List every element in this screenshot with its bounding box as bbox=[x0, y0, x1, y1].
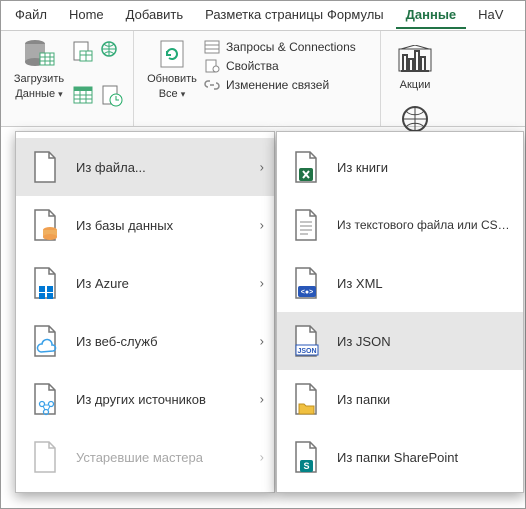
group-queries: Обновить Все ▾ Запросы & Connections Сво… bbox=[134, 31, 381, 126]
file-other-icon bbox=[31, 382, 59, 416]
refresh-icon bbox=[155, 37, 189, 71]
menu-from-file-label: Из файла... bbox=[76, 160, 262, 175]
tab-file[interactable]: Файл bbox=[5, 3, 57, 29]
tab-formulas[interactable]: Формулы bbox=[317, 3, 394, 29]
tab-insert[interactable]: Добавить bbox=[116, 3, 193, 29]
properties-label: Свойства bbox=[226, 59, 279, 73]
file-legacy-icon bbox=[31, 440, 59, 474]
from-table-icon[interactable] bbox=[71, 83, 95, 107]
svg-text:S: S bbox=[303, 461, 309, 471]
stocks-button[interactable]: Акции bbox=[391, 45, 439, 91]
group-get-transform: Загрузить Данные ▾ bbox=[1, 31, 134, 126]
submenu-text-csv-label: Из текстового файла или CSV-файла bbox=[337, 218, 511, 232]
chevron-right-icon: › bbox=[260, 392, 264, 407]
menu-from-database[interactable]: Из базы данных › bbox=[16, 196, 274, 254]
svg-text:<●>: <●> bbox=[301, 289, 313, 296]
menu-legacy-wizards[interactable]: Устаревшие мастера › bbox=[16, 428, 274, 486]
from-text-icon[interactable] bbox=[71, 39, 95, 63]
queries-icon bbox=[204, 39, 220, 55]
recent-sources-icon[interactable] bbox=[99, 83, 123, 107]
edit-links-label: Изменение связей bbox=[226, 78, 329, 92]
ribbon: Загрузить Данные ▾ Обновить Все ▾ Запрос… bbox=[1, 31, 525, 127]
queries-items: Запросы & Connections Свойства Изменение… bbox=[204, 35, 374, 122]
file-icon bbox=[31, 150, 59, 184]
submenu-workbook-label: Из книги bbox=[337, 160, 511, 175]
menu-from-web-services[interactable]: Из веб-служб › bbox=[16, 312, 274, 370]
file-text-icon bbox=[292, 208, 320, 242]
from-file-submenu: Из книги Из текстового файла или CSV-фай… bbox=[276, 131, 524, 493]
refresh-all-button[interactable]: Обновить Все ▾ bbox=[140, 35, 204, 121]
properties-button[interactable]: Свойства bbox=[204, 58, 374, 74]
group-data-types: Акции Geo bbox=[381, 31, 449, 126]
chevron-right-icon: › bbox=[260, 450, 264, 465]
from-web-icon[interactable] bbox=[99, 39, 123, 63]
ribbon-tabs: Файл Home Добавить Разметка страницы Фор… bbox=[1, 1, 525, 31]
file-xml-icon: <●> bbox=[292, 266, 320, 300]
file-azure-icon bbox=[31, 266, 59, 300]
submenu-from-json[interactable]: JSON Из JSON bbox=[277, 312, 523, 370]
properties-icon bbox=[204, 58, 220, 74]
chevron-right-icon: › bbox=[260, 276, 264, 291]
chevron-right-icon: › bbox=[260, 334, 264, 349]
submenu-from-text-csv[interactable]: Из текстового файла или CSV-файла bbox=[277, 196, 523, 254]
menu-legacy-label: Устаревшие мастера bbox=[76, 450, 262, 465]
refresh-label-2: Все ▾ bbox=[159, 88, 186, 101]
database-icon bbox=[22, 37, 56, 71]
menu-from-database-label: Из базы данных bbox=[76, 218, 262, 233]
file-json-icon: JSON bbox=[292, 324, 320, 358]
chevron-right-icon: › bbox=[260, 218, 264, 233]
queries-label: Запросы & Connections bbox=[226, 40, 356, 54]
links-icon bbox=[204, 77, 220, 93]
stocks-label: Акции bbox=[400, 79, 431, 91]
get-data-button[interactable]: Загрузить Данные ▾ bbox=[7, 35, 71, 121]
edit-links-button[interactable]: Изменение связей bbox=[204, 77, 374, 93]
tab-home[interactable]: Home bbox=[59, 3, 114, 29]
submenu-folder-label: Из папки bbox=[337, 392, 511, 407]
get-data-label-2: Данные ▾ bbox=[15, 88, 62, 101]
file-folder-icon bbox=[292, 382, 320, 416]
submenu-json-label: Из JSON bbox=[337, 334, 511, 349]
get-data-small-buttons bbox=[71, 35, 127, 122]
menu-from-web-label: Из веб-служб bbox=[76, 334, 262, 349]
file-cloud-icon bbox=[31, 324, 59, 358]
refresh-label-1: Обновить bbox=[147, 73, 197, 86]
file-sharepoint-icon: S bbox=[292, 440, 320, 474]
menu-from-other[interactable]: Из других источников › bbox=[16, 370, 274, 428]
file-db-icon bbox=[31, 208, 59, 242]
menu-from-azure-label: Из Azure bbox=[76, 276, 262, 291]
chevron-right-icon: › bbox=[260, 160, 264, 175]
chevron-down-icon: ▾ bbox=[58, 89, 63, 99]
tab-layout[interactable]: Разметка страницы bbox=[195, 3, 333, 29]
menu-from-azure[interactable]: Из Azure › bbox=[16, 254, 274, 312]
submenu-from-folder[interactable]: Из папки bbox=[277, 370, 523, 428]
menu-from-other-label: Из других источников bbox=[76, 392, 262, 407]
submenu-from-sharepoint-folder[interactable]: S Из папки SharePoint bbox=[277, 428, 523, 486]
menu-from-file[interactable]: Из файла... › bbox=[16, 138, 274, 196]
queries-connections-button[interactable]: Запросы & Connections bbox=[204, 39, 374, 55]
stocks-icon bbox=[397, 45, 433, 75]
chevron-down-icon: ▾ bbox=[181, 89, 186, 99]
get-data-menu: Из файла... › Из базы данных › Из Azure … bbox=[15, 131, 275, 493]
file-excel-icon bbox=[292, 150, 320, 184]
get-data-label-1: Загрузить bbox=[14, 73, 64, 86]
submenu-from-xml[interactable]: <●> Из XML bbox=[277, 254, 523, 312]
submenu-sharepoint-label: Из папки SharePoint bbox=[337, 450, 511, 465]
svg-text:JSON: JSON bbox=[297, 348, 316, 355]
tab-data[interactable]: Данные bbox=[396, 3, 467, 29]
tab-view-cut[interactable]: НаV bbox=[468, 3, 513, 29]
submenu-xml-label: Из XML bbox=[337, 276, 511, 291]
submenu-from-workbook[interactable]: Из книги bbox=[277, 138, 523, 196]
